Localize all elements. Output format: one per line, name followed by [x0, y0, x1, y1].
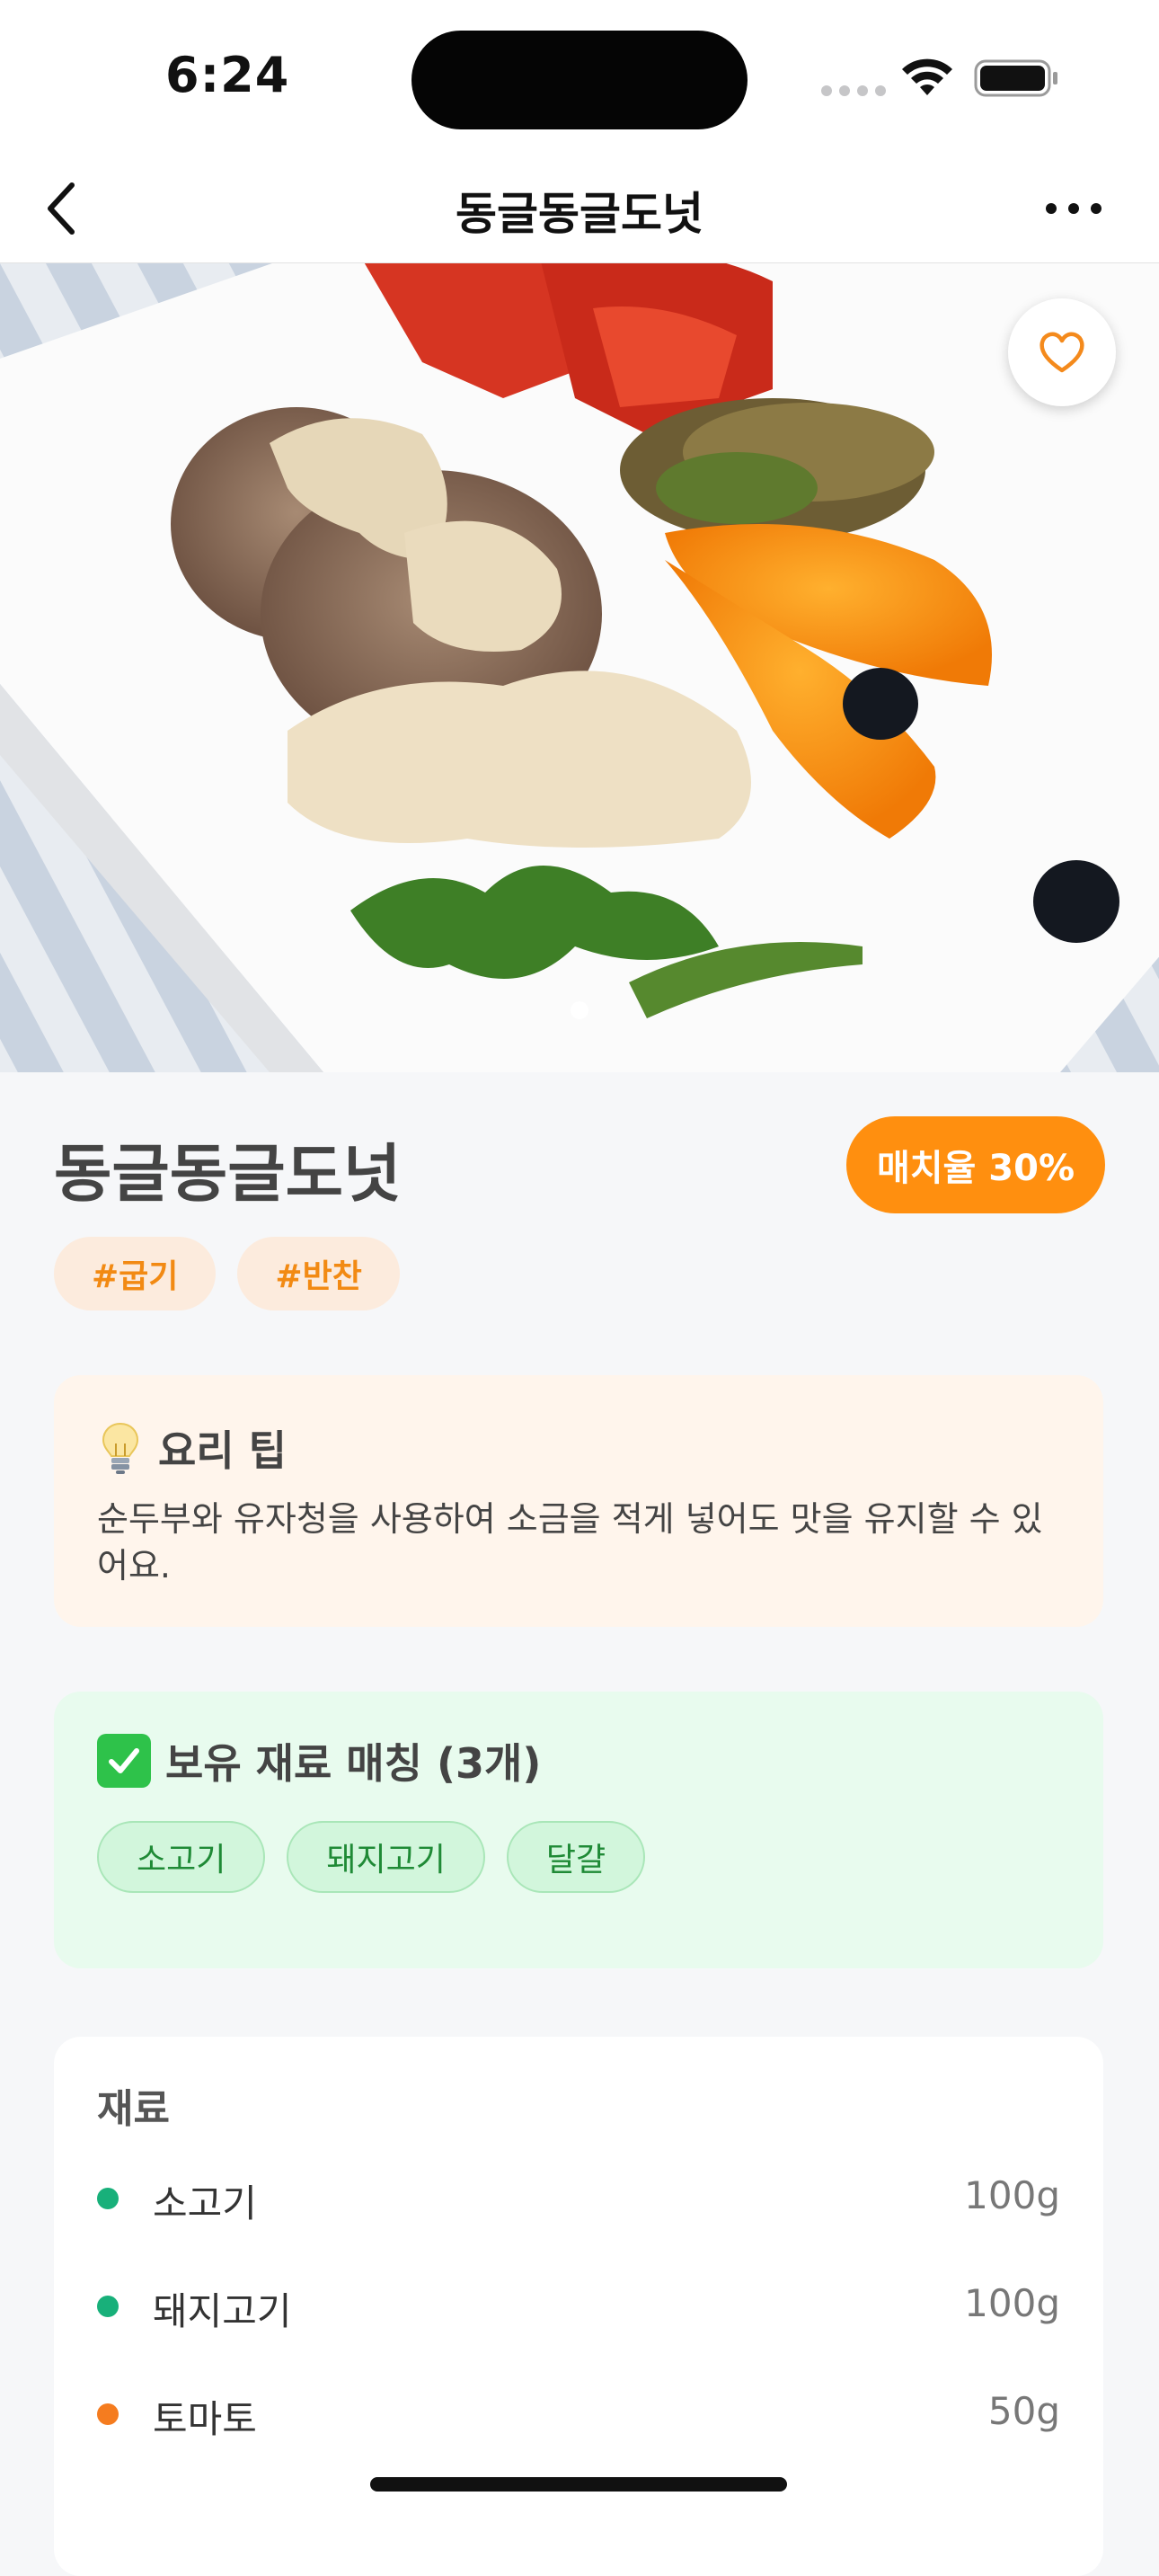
- ingredient-amount: 100g: [964, 2173, 1060, 2217]
- cooking-tip-card: 요리 팁 순두부와 유자청을 사용하여 소금을 적게 넣어도 맛을 유지할 수 …: [54, 1375, 1103, 1627]
- battery-icon: [974, 59, 1057, 97]
- nav-title: 동글동글도넛: [456, 188, 703, 240]
- matched-ingredient-chip[interactable]: 돼지고기: [287, 1821, 485, 1893]
- dynamic-island: [411, 31, 748, 129]
- check-box-icon: [97, 1734, 151, 1788]
- heart-outline-icon: [1040, 332, 1084, 373]
- ingredient-name: 토마토: [153, 2397, 257, 2441]
- missing-status-dot-icon: [97, 2403, 119, 2425]
- matched-ingredient-chip[interactable]: 소고기: [97, 1821, 266, 1893]
- tag-list: #굽기 #반찬: [54, 1237, 400, 1310]
- ingredient-amount: 50g: [987, 2389, 1060, 2433]
- matched-ingredient-list: 소고기 돼지고기 달걀: [97, 1821, 646, 1893]
- ingredient-amount: 100g: [964, 2281, 1060, 2325]
- recipe-title: 동글동글도넛: [54, 1137, 402, 1211]
- status-bar: 6:24: [0, 0, 1159, 153]
- home-indicator[interactable]: [370, 2477, 787, 2492]
- matched-ingredient-chip[interactable]: 달걀: [506, 1821, 646, 1893]
- ingredients-title: 재료: [97, 2086, 170, 2132]
- match-title: 보유 재료 매칭 (3개): [165, 1739, 542, 1788]
- tip-body: 순두부와 유자청을 사용하여 소금을 적게 넣어도 맛을 유지할 수 있어요.: [97, 1499, 1043, 1586]
- ingredients-card: 재료 소고기 100g 돼지고기 100g 토마토 50g: [54, 2037, 1103, 2576]
- favorite-button[interactable]: [1008, 298, 1116, 406]
- carousel-page-indicator: [539, 1001, 620, 1023]
- tag-chip[interactable]: #굽기: [54, 1237, 217, 1310]
- ingredient-row: 소고기 100g: [97, 2166, 1060, 2229]
- recipe-photo[interactable]: [0, 263, 1159, 1072]
- tag-chip[interactable]: #반찬: [237, 1237, 400, 1310]
- owned-status-dot-icon: [97, 2188, 119, 2209]
- tip-title: 요리 팁: [158, 1426, 287, 1475]
- lightbulb-icon: [102, 1422, 139, 1474]
- ingredient-name: 돼지고기: [153, 2289, 292, 2333]
- more-options-button[interactable]: [1033, 173, 1114, 244]
- ingredient-row: 토마토 50g: [97, 2382, 1060, 2445]
- navigation-bar: 동글동글도넛: [0, 153, 1159, 264]
- match-header: 보유 재료 매칭 (3개): [97, 1731, 541, 1790]
- cellular-signal-icon: [821, 85, 886, 96]
- status-time: 6:24: [165, 47, 290, 103]
- carousel-dot-active: [571, 1001, 588, 1019]
- tip-header: 요리 팁: [101, 1418, 287, 1478]
- match-rate-badge: 매치율 30%: [846, 1116, 1105, 1213]
- ingredient-match-card: 보유 재료 매칭 (3개) 소고기 돼지고기 달걀: [54, 1692, 1103, 1968]
- wifi-icon: [902, 58, 952, 95]
- owned-status-dot-icon: [97, 2296, 119, 2317]
- food-photo-illustration: [0, 263, 1159, 1072]
- ingredient-row: 돼지고기 100g: [97, 2274, 1060, 2337]
- ellipsis-icon: [1046, 203, 1101, 214]
- ingredient-name: 소고기: [153, 2181, 257, 2225]
